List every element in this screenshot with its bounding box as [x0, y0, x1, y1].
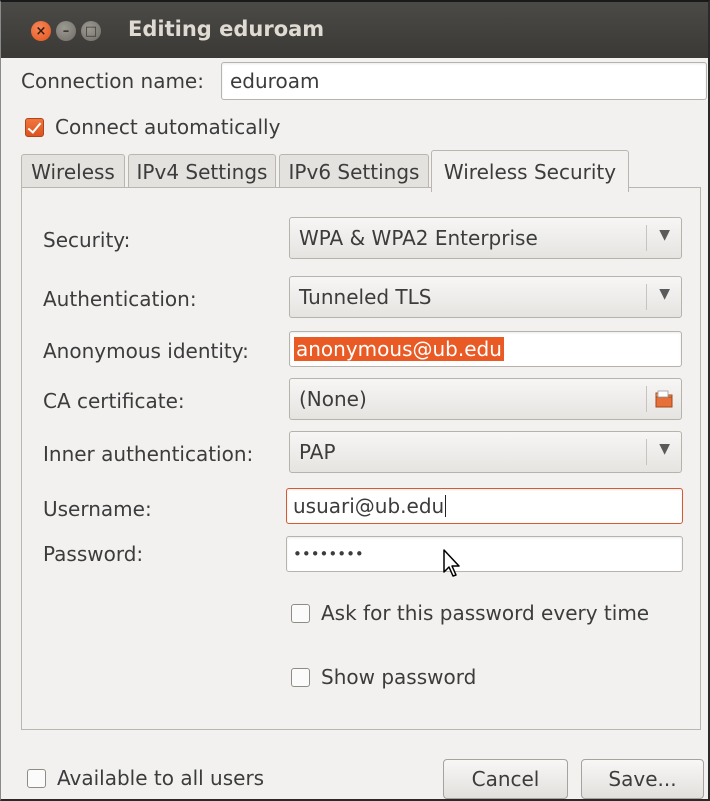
- tab-wireless-security-label: Wireless Security: [443, 159, 617, 184]
- username-value: usuari@ub.edu: [293, 494, 445, 518]
- anonymous-identity-input[interactable]: anonymous@ub.edu: [289, 331, 682, 367]
- ask-password-checkbox[interactable]: [291, 604, 310, 623]
- tab-ipv6-label: IPv6 Settings: [288, 159, 420, 184]
- chevron-down-icon: ▼: [659, 441, 670, 457]
- username-label: Username:: [43, 497, 152, 521]
- text-caret: [445, 495, 447, 517]
- inner-authentication-value: PAP: [299, 440, 336, 464]
- connect-automatically-label[interactable]: Connect automatically: [55, 115, 280, 139]
- maximize-icon: □: [84, 23, 98, 39]
- anonymous-identity-value: anonymous@ub.edu: [294, 337, 504, 361]
- close-icon: ×: [35, 23, 47, 39]
- ca-certificate-label: CA certificate:: [43, 389, 185, 413]
- ca-certificate-chooser[interactable]: (None): [289, 378, 682, 420]
- password-input[interactable]: ••••••••: [286, 536, 683, 572]
- cancel-button-label: Cancel: [471, 767, 540, 791]
- security-value: WPA & WPA2 Enterprise: [299, 226, 538, 250]
- connection-name-label: Connection name:: [21, 69, 204, 93]
- minimize-window-button[interactable]: –: [56, 21, 76, 41]
- security-dropdown[interactable]: WPA & WPA2 Enterprise ▼: [289, 217, 682, 259]
- save-button[interactable]: Save...: [581, 759, 704, 799]
- dropdown-separator: [646, 284, 647, 310]
- password-label: Password:: [43, 542, 144, 566]
- security-label: Security:: [43, 228, 131, 252]
- connect-automatically-checkbox[interactable]: [25, 118, 44, 137]
- authentication-dropdown[interactable]: Tunneled TLS ▼: [289, 276, 682, 318]
- anonymous-identity-label: Anonymous identity:: [43, 339, 249, 363]
- ca-certificate-value: (None): [299, 387, 367, 411]
- chooser-separator: [646, 386, 647, 412]
- folder-icon: [655, 390, 673, 408]
- tab-wireless[interactable]: Wireless: [21, 154, 125, 188]
- connection-name-input[interactable]: eduroam: [221, 62, 707, 100]
- maximize-window-button[interactable]: □: [81, 21, 101, 41]
- tab-wireless-label: Wireless: [31, 159, 115, 184]
- show-password-checkbox[interactable]: [291, 668, 310, 687]
- inner-authentication-dropdown[interactable]: PAP ▼: [289, 431, 682, 473]
- connection-name-value: eduroam: [230, 69, 320, 93]
- title-bar: × – □ Editing eduroam: [1, 2, 708, 58]
- ask-password-label[interactable]: Ask for this password every time: [321, 601, 649, 625]
- password-value: ••••••••: [293, 545, 364, 563]
- dialog-window: × – □ Editing eduroam Connection name: e…: [0, 0, 710, 801]
- tab-wireless-security[interactable]: Wireless Security: [431, 150, 629, 192]
- window-title: Editing eduroam: [128, 17, 325, 41]
- tab-ipv4-label: IPv4 Settings: [136, 159, 268, 184]
- dropdown-separator: [646, 439, 647, 465]
- authentication-label: Authentication:: [43, 287, 197, 311]
- chevron-down-icon: ▼: [659, 227, 670, 243]
- save-button-label: Save...: [608, 767, 677, 791]
- mouse-pointer-icon: [443, 549, 460, 577]
- close-window-button[interactable]: ×: [31, 21, 51, 41]
- available-to-all-users-label[interactable]: Available to all users: [57, 766, 264, 790]
- tab-ipv4-settings[interactable]: IPv4 Settings: [128, 154, 276, 188]
- minimize-icon: –: [62, 23, 70, 39]
- username-input[interactable]: usuari@ub.edu: [286, 488, 683, 524]
- chevron-down-icon: ▼: [659, 286, 670, 302]
- show-password-label[interactable]: Show password: [321, 665, 476, 689]
- dropdown-separator: [646, 225, 647, 251]
- inner-authentication-label: Inner authentication:: [43, 442, 254, 466]
- authentication-value: Tunneled TLS: [299, 285, 432, 309]
- available-to-all-users-checkbox[interactable]: [27, 769, 46, 788]
- cancel-button[interactable]: Cancel: [443, 759, 568, 799]
- tab-ipv6-settings[interactable]: IPv6 Settings: [279, 154, 429, 188]
